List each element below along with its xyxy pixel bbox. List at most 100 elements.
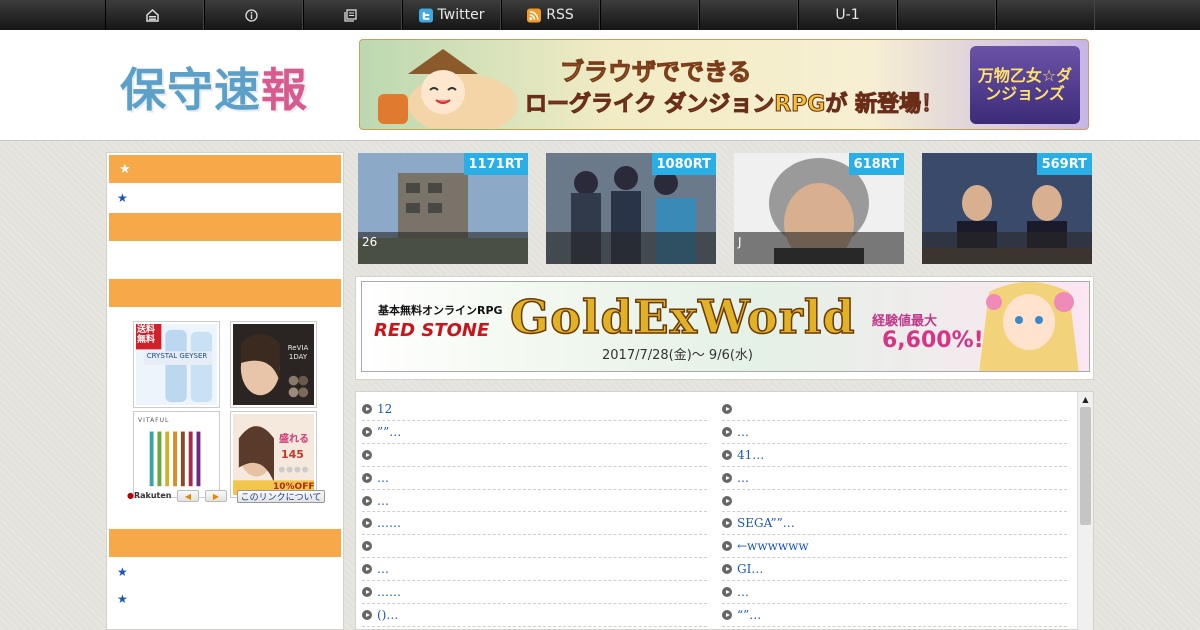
nav-info[interactable] xyxy=(204,0,303,30)
sidebar-link-1[interactable]: ★ xyxy=(109,183,341,213)
news-item[interactable]: … xyxy=(362,558,707,582)
nav-item-10[interactable] xyxy=(996,0,1095,30)
news-item-title: 41… xyxy=(737,447,765,462)
news-item[interactable] xyxy=(722,398,1067,421)
arrow-bullet-icon xyxy=(362,403,372,414)
scroll-up-arrow-icon[interactable]: ▲ xyxy=(1078,392,1093,407)
news-column-right: … 41… … SEGA””… ←wwwwww GI… … “”… xyxy=(722,398,1067,627)
ad-contact-lens[interactable]: ReVIA 1DAY xyxy=(230,321,317,408)
news-item[interactable] xyxy=(722,490,1067,513)
sidebar-heading-3 xyxy=(109,279,341,307)
nav-rss[interactable]: RSS xyxy=(501,0,600,30)
rss-icon xyxy=(527,8,542,22)
site-logo[interactable]: 保守速報 xyxy=(120,54,308,120)
trending-item-2[interactable]: 1080RT xyxy=(546,153,716,264)
arrow-bullet-icon xyxy=(722,449,732,460)
news-item-title: …… xyxy=(377,516,401,531)
ad-contact-lens-text: ReVIA 1DAY xyxy=(287,344,309,362)
arrow-bullet-icon xyxy=(362,472,372,483)
news-item[interactable]: 12 xyxy=(362,398,707,421)
archive-icon xyxy=(343,8,357,22)
news-item[interactable]: ()… xyxy=(362,604,707,627)
news-item-title: … xyxy=(737,424,749,439)
ad-pens-brand: VITAFUL xyxy=(138,417,170,424)
news-item[interactable]: …… xyxy=(362,512,707,536)
nav-item-9[interactable] xyxy=(897,0,996,30)
news-item[interactable]: GI… xyxy=(722,558,1067,582)
nav-twitter-label: Twitter xyxy=(437,7,485,23)
trending-item-4[interactable]: 569RT xyxy=(922,153,1092,264)
news-item[interactable] xyxy=(362,444,707,467)
news-item[interactable]: … xyxy=(362,467,707,490)
arrow-bullet-icon xyxy=(362,495,372,506)
arrow-bullet-icon xyxy=(362,518,372,529)
news-item[interactable]: ””… xyxy=(362,421,707,444)
nav-item-7[interactable] xyxy=(699,0,798,30)
trending-rt-3: 618RT xyxy=(848,153,904,175)
trending-item-3[interactable]: 618RT J xyxy=(734,153,904,264)
mid-ad-box: 基本無料オンラインRPG RED STONE GoldExWorld 2017/… xyxy=(355,276,1094,380)
mid-banner-character-image xyxy=(979,282,1079,371)
rakuten-logo: ●Rakuten xyxy=(127,491,172,500)
nav-home[interactable] xyxy=(105,0,204,30)
trending-caption-2 xyxy=(546,232,716,264)
ad-water[interactable]: 送料無料 CRYSTAL GEYSER xyxy=(133,321,220,408)
nav-twitter[interactable]: Twitter xyxy=(402,0,501,30)
sidebar-link-3[interactable]: ★ xyxy=(109,586,341,611)
top-ad-banner[interactable]: ブラウザでできる ローグライク ダンジョンRPGが 新登場！ 万物乙女☆ダンジョ… xyxy=(359,39,1089,130)
ad-next-button[interactable]: ▶ xyxy=(205,490,227,502)
sidebar: ★ ★ 送料無料 CRYSTAL GEYSER ReVIA 1DAY VITAF… xyxy=(106,152,344,630)
nav-archive[interactable] xyxy=(303,0,402,30)
news-item[interactable]: ←wwwwww xyxy=(722,535,1067,559)
mid-ad-banner[interactable]: 基本無料オンラインRPG RED STONE GoldExWorld 2017/… xyxy=(361,281,1090,372)
arrow-bullet-icon xyxy=(722,564,732,575)
ad-prev-button[interactable]: ◀ xyxy=(177,490,199,502)
rakuten-ad-grid: 送料無料 CRYSTAL GEYSER ReVIA 1DAY VITAFUL 盛… xyxy=(109,307,341,529)
trending-rt-2: 1080RT xyxy=(651,153,716,175)
sidebar-link-2[interactable]: ★ xyxy=(109,557,341,586)
arrow-bullet-icon xyxy=(362,426,372,437)
nav-u1-label: U-1 xyxy=(835,7,860,23)
ad-pens-image xyxy=(136,414,217,495)
news-item[interactable] xyxy=(362,535,707,559)
banner-line1: ブラウザでできる xyxy=(560,58,753,87)
nav-item-6[interactable] xyxy=(600,0,699,30)
ad-makeup-price: 145 xyxy=(281,448,304,461)
news-item[interactable]: SEGA””… xyxy=(722,512,1067,536)
news-item-title: ””… xyxy=(377,424,402,439)
ad-pens[interactable]: VITAFUL xyxy=(133,411,220,498)
news-item[interactable]: 41… xyxy=(722,444,1067,467)
news-scrollbar[interactable]: ▲ xyxy=(1077,392,1093,630)
news-item[interactable]: …… xyxy=(362,581,707,605)
news-item-title: … xyxy=(377,562,389,577)
arrow-bullet-icon xyxy=(722,587,732,598)
sidebar-heading-1: ★ xyxy=(109,155,341,183)
nav-u1[interactable]: U-1 xyxy=(798,0,897,30)
news-item[interactable]: “”… xyxy=(722,604,1067,627)
mid-banner-title: GoldExWorld xyxy=(509,289,856,345)
news-item[interactable]: … xyxy=(722,581,1067,605)
info-icon xyxy=(244,8,258,22)
banner-line2-a: ローグライク ダンジョンRPGが xyxy=(524,92,856,118)
news-item[interactable]: … xyxy=(722,421,1067,444)
about-link-button[interactable]: このリンクについて xyxy=(237,490,325,503)
arrow-bullet-icon xyxy=(722,403,732,414)
news-item-title: SEGA””… xyxy=(737,516,795,531)
ad-makeup[interactable]: 盛れる 145 10%OFF xyxy=(230,411,317,498)
mid-banner-date: 2017/7/28(金)〜 9/6(水) xyxy=(602,348,753,363)
news-item-title: ()… xyxy=(377,607,399,622)
mid-banner-exp-label: 経験値最大 xyxy=(872,314,938,329)
banner-character-image xyxy=(378,49,518,128)
news-item-title: ←wwwwww xyxy=(737,539,809,554)
trending-item-1[interactable]: 1171RT 26 xyxy=(358,153,528,264)
arrow-bullet-icon xyxy=(722,495,732,506)
news-item[interactable]: … xyxy=(362,490,707,513)
news-list: 12 ””… … … …… … …… ()… … 41… … SEGA””… ←… xyxy=(355,391,1094,630)
ad-water-badge: 送料無料 xyxy=(137,325,156,345)
trending-rt-1: 1171RT xyxy=(463,153,528,175)
arrow-bullet-icon xyxy=(722,609,732,620)
arrow-bullet-icon xyxy=(722,541,732,552)
scrollbar-thumb[interactable] xyxy=(1080,407,1091,525)
trending-caption-4 xyxy=(922,232,1092,264)
news-item[interactable]: … xyxy=(722,467,1067,490)
